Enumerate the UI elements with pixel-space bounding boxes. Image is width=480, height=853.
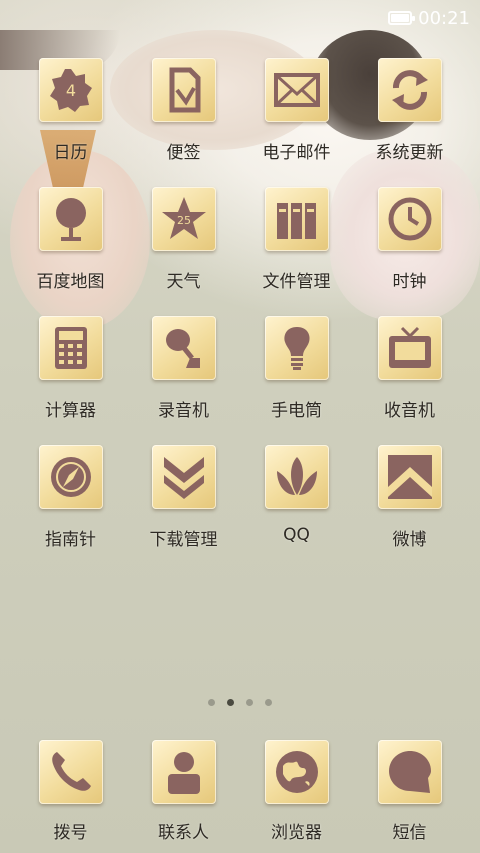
page-dot[interactable] (208, 699, 215, 706)
app-label: 天气 (166, 272, 201, 292)
flashlight-icon (264, 316, 329, 380)
app-label: 联系人 (158, 823, 209, 843)
app-label: 电子邮件 (262, 143, 331, 163)
app-label: 指南针 (45, 530, 96, 550)
app-compass[interactable]: 指南针 (14, 445, 127, 574)
battery-icon (388, 11, 416, 25)
weibo-icon (377, 445, 442, 509)
radio-icon (377, 316, 442, 380)
recorder-icon (151, 316, 216, 380)
app-notes[interactable]: 便签 (127, 58, 240, 187)
calculator-icon (38, 316, 103, 380)
page-dot-active[interactable] (227, 699, 234, 706)
download-icon (151, 445, 216, 509)
page-indicator (0, 699, 480, 706)
app-label: 时钟 (392, 272, 427, 292)
app-download-manager[interactable]: 下载管理 (127, 445, 240, 574)
messages-icon (377, 740, 442, 804)
app-label: 短信 (392, 823, 427, 843)
app-label: 文件管理 (262, 272, 331, 292)
app-label: 系统更新 (375, 143, 444, 163)
app-label: 便签 (166, 143, 201, 163)
page-dot[interactable] (265, 699, 272, 706)
app-label: 百度地图 (36, 272, 105, 292)
app-baidu-map[interactable]: 百度地图 (14, 187, 127, 316)
update-icon (377, 58, 442, 122)
app-label: 浏览器 (271, 823, 322, 843)
dock-browser[interactable]: 浏览器 (240, 740, 353, 843)
compass-icon (38, 445, 103, 509)
app-label: 手电筒 (271, 401, 322, 421)
page-dot[interactable] (246, 699, 253, 706)
app-label: 日历 (53, 143, 88, 163)
dock-messages[interactable]: 短信 (353, 740, 466, 843)
dock-contacts[interactable]: 联系人 (127, 740, 240, 843)
app-system-update[interactable]: 系统更新 (353, 58, 466, 187)
status-bar: 00:21 (0, 0, 480, 36)
calendar-icon: 4 (38, 58, 103, 122)
app-grid: 4 日历 便签 电子邮件 系统更新 百度地图 25 天气 文件管理 时钟 计算器… (14, 58, 466, 574)
app-calculator[interactable]: 计算器 (14, 316, 127, 445)
app-label: 录音机 (158, 401, 209, 421)
app-label: 拨号 (53, 823, 88, 843)
app-qq[interactable]: QQ (240, 445, 353, 574)
browser-icon (264, 740, 329, 804)
app-weather[interactable]: 25 天气 (127, 187, 240, 316)
clock-icon (377, 187, 442, 251)
app-label: 计算器 (45, 401, 96, 421)
app-label: 微博 (392, 530, 427, 550)
app-label: 下载管理 (149, 530, 218, 550)
file-manager-icon (264, 187, 329, 251)
app-clock[interactable]: 时钟 (353, 187, 466, 316)
status-time: 00:21 (418, 7, 470, 29)
notes-icon (151, 58, 216, 122)
email-icon (264, 58, 329, 122)
app-flashlight[interactable]: 手电筒 (240, 316, 353, 445)
app-file-manager[interactable]: 文件管理 (240, 187, 353, 316)
phone-icon (38, 740, 103, 804)
dock: 拨号 联系人 浏览器 短信 (14, 740, 466, 843)
app-calendar[interactable]: 4 日历 (14, 58, 127, 187)
weather-icon: 25 (151, 187, 216, 251)
app-label: 收音机 (384, 401, 435, 421)
weather-badge: 25 (177, 214, 191, 227)
app-weibo[interactable]: 微博 (353, 445, 466, 574)
app-recorder[interactable]: 录音机 (127, 316, 240, 445)
qq-icon (264, 445, 329, 509)
calendar-day: 4 (65, 81, 75, 100)
contacts-icon (151, 740, 216, 804)
map-icon (38, 187, 103, 251)
app-radio[interactable]: 收音机 (353, 316, 466, 445)
dock-phone[interactable]: 拨号 (14, 740, 127, 843)
app-email[interactable]: 电子邮件 (240, 58, 353, 187)
app-label: QQ (283, 525, 310, 545)
